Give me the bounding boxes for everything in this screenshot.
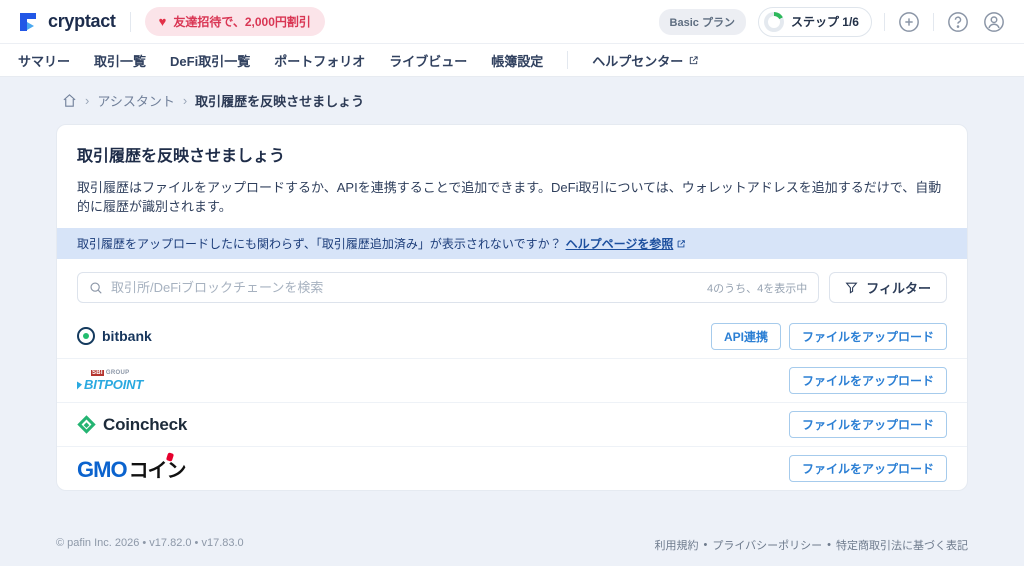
funnel-icon <box>845 282 858 294</box>
exchange-name-part: GMO <box>77 457 128 482</box>
header-divider <box>129 11 131 32</box>
exchange-row-coincheck: Coincheck ファイルをアップロード <box>57 402 967 446</box>
progress-ring-icon <box>763 11 784 32</box>
bitbank-logo-icon <box>77 327 95 345</box>
nav-transactions[interactable]: 取引一覧 <box>94 51 146 70</box>
step-progress[interactable]: ステップ 1/6 <box>757 6 872 37</box>
breadcrumb: › アシスタント › 取引履歴を反映させましょう <box>0 77 1024 122</box>
dot-separator: • <box>703 539 708 551</box>
nav-summary[interactable]: サマリー <box>18 51 70 70</box>
file-upload-button[interactable]: ファイルをアップロード <box>788 455 947 482</box>
help-notice-banner: 取引履歴をアップロードしたにも関わらず、「取引履歴追加済み」が表示されないですか… <box>57 228 967 259</box>
result-count: 4のうち、4を表示中 <box>707 282 808 295</box>
home-icon[interactable] <box>62 93 77 108</box>
exchange-name-part: コイン <box>128 460 187 482</box>
nav-liveview[interactable]: ライブビュー <box>389 51 467 70</box>
bitbank-logo: bitbank <box>77 327 152 345</box>
page-title: 取引履歴を反映させましょう <box>77 148 286 165</box>
file-upload-button[interactable]: ファイルをアップロード <box>788 322 947 350</box>
account-button[interactable] <box>982 10 1006 34</box>
nav-portfolio[interactable]: ポートフォリオ <box>274 51 365 70</box>
coincheck-logo: Coincheck <box>77 415 187 435</box>
bitpoint-logo: SBI GROUP BITPOINT <box>77 370 143 391</box>
breadcrumb-assistant[interactable]: アシスタント <box>97 91 174 110</box>
main-nav: サマリー 取引一覧 DeFi取引一覧 ポートフォリオ ライブビュー 帳簿設定 ヘ… <box>0 44 1024 77</box>
breadcrumb-separator: › <box>182 93 188 108</box>
brand-name: cryptact <box>48 11 116 31</box>
referral-badge-label: 友達招待で、2,000円割引 <box>173 15 311 29</box>
page-description: 取引履歴はファイルをアップロードするか、APIを連携することで追加できます。De… <box>77 180 942 214</box>
nav-help-center[interactable]: ヘルプセンター <box>592 51 699 70</box>
search-input[interactable] <box>111 280 699 295</box>
coincheck-logo-icon <box>77 415 96 434</box>
header-divider <box>933 12 934 31</box>
external-link-icon <box>677 239 686 247</box>
help-button[interactable] <box>946 10 970 34</box>
plan-badge: Basic プラン <box>658 8 746 35</box>
exchange-row-bitbank: bitbank API連携 ファイルをアップロード <box>57 314 967 358</box>
commercial-law-link[interactable]: 特定商取引法に基づく表記 <box>836 537 968 553</box>
privacy-policy-link[interactable]: プライバシーポリシー <box>712 537 822 553</box>
terms-link[interactable]: 利用規約 <box>655 537 699 553</box>
file-upload-button[interactable]: ファイルをアップロード <box>788 367 947 394</box>
nav-ledger-settings[interactable]: 帳簿設定 <box>491 51 543 70</box>
api-connect-button[interactable]: API連携 <box>710 322 781 350</box>
external-link-icon <box>690 55 698 64</box>
referral-badge[interactable]: ♥ 友達招待で、2,000円割引 <box>144 7 325 36</box>
exchange-search-box[interactable]: 4のうち、4を表示中 <box>77 272 820 303</box>
exchange-row-gmo-coin: GMO コイン ファイルをアップロード <box>57 446 967 490</box>
exchange-name: Coincheck <box>103 414 188 434</box>
add-button[interactable] <box>897 10 921 34</box>
breadcrumb-current: 取引履歴を反映させましょう <box>195 94 365 109</box>
nav-defi-transactions[interactable]: DeFi取引一覧 <box>170 51 250 70</box>
app-header: cryptact ♥ 友達招待で、2,000円割引 Basic プラン ステップ… <box>0 0 1024 44</box>
transaction-history-card: 取引履歴を反映させましょう 取引履歴はファイルをアップロードするか、APIを連携… <box>56 124 968 491</box>
exchange-name: BITPOINT <box>84 377 144 392</box>
file-upload-button[interactable]: ファイルをアップロード <box>788 411 947 438</box>
sbi-group-mark: SBI GROUP <box>91 370 130 376</box>
step-label: ステップ 1/6 <box>790 15 859 29</box>
exchange-name: bitbank <box>102 328 152 344</box>
header-divider <box>884 12 885 31</box>
help-page-link[interactable]: ヘルプページを参照 <box>566 235 687 252</box>
copyright-version: © pafin Inc. 2026 • v17.82.0 • v17.83.0 <box>56 537 244 549</box>
filter-button[interactable]: フィルター <box>829 272 947 303</box>
breadcrumb-separator: › <box>85 93 90 108</box>
gmo-coin-logo: GMO コイン <box>77 452 187 483</box>
heart-icon: ♥ <box>158 14 167 29</box>
page-footer: © pafin Inc. 2026 • v17.82.0 • v17.83.0 … <box>56 537 968 553</box>
exchange-row-bitpoint: SBI GROUP BITPOINT ファイルをアップロード <box>57 358 967 402</box>
bitpoint-logo-icon <box>77 379 82 390</box>
cryptact-logo[interactable]: cryptact <box>18 11 116 33</box>
cryptact-logo-icon <box>18 11 40 33</box>
search-icon <box>90 281 102 294</box>
nav-divider <box>567 51 569 69</box>
dot-separator: • <box>827 539 831 551</box>
notice-text: 取引履歴をアップロードしたにも関わらず、「取引履歴追加済み」が表示されないですか… <box>77 237 562 251</box>
